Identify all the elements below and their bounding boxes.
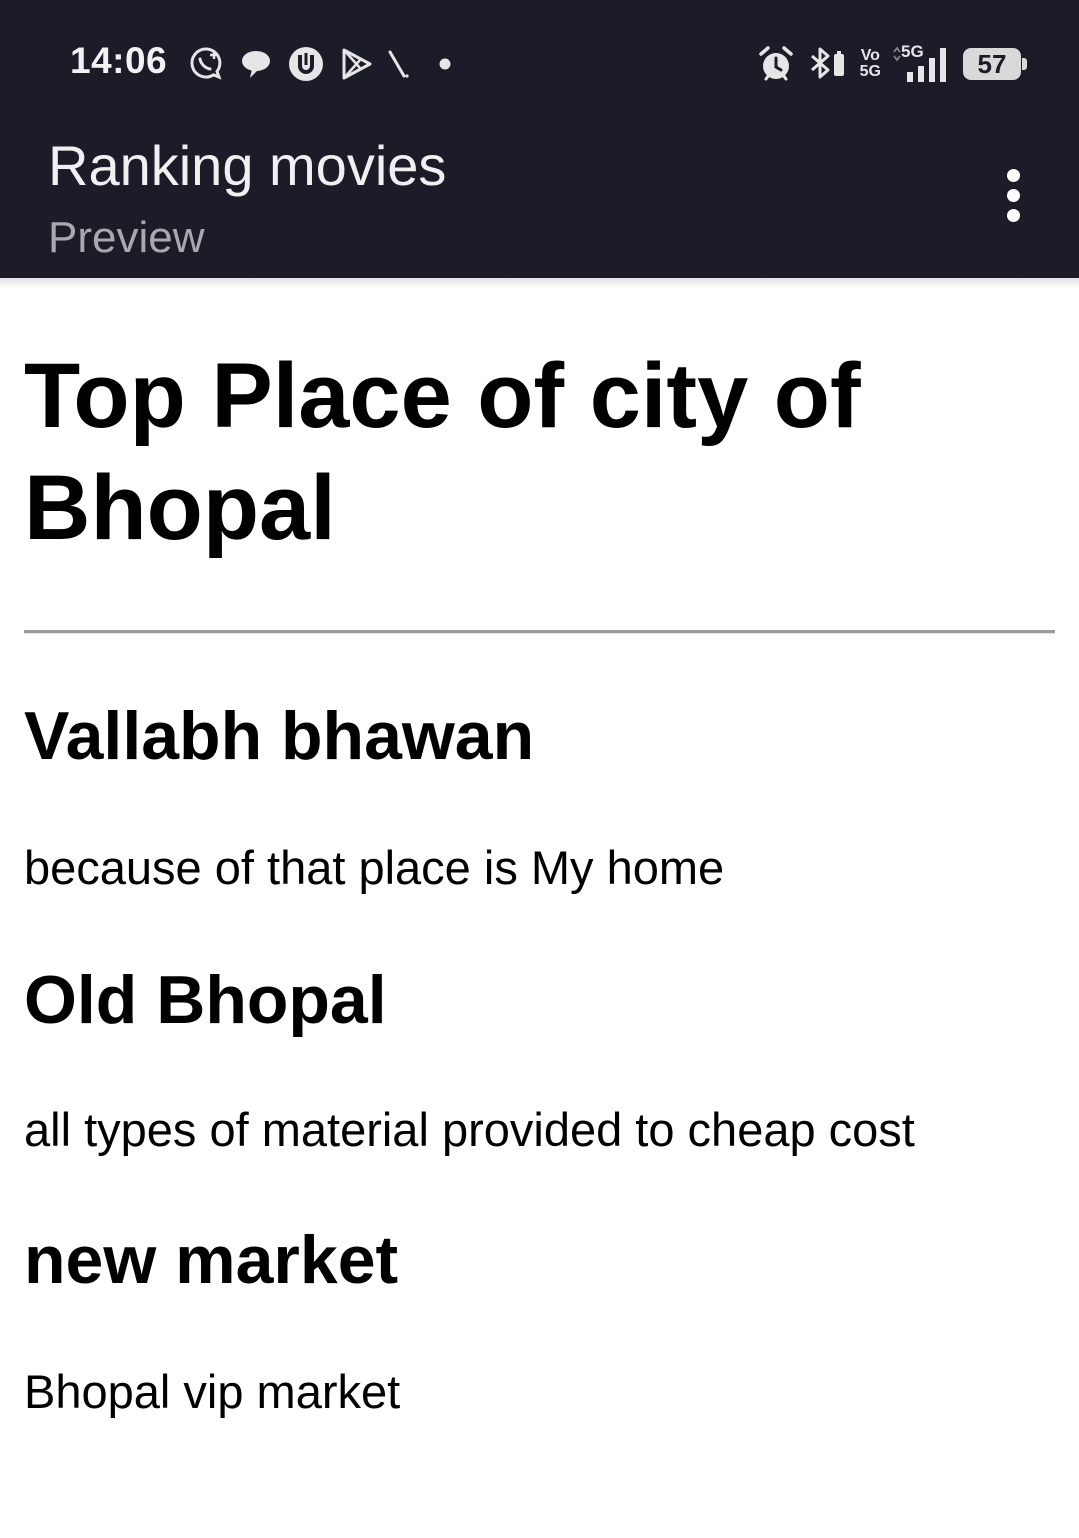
battery-icon: 57 bbox=[963, 48, 1027, 80]
document-preview: Top Place of city of Bhopal Vallabh bhaw… bbox=[24, 340, 1055, 1418]
volte-label-top: Vo bbox=[860, 47, 880, 64]
signal-5g-icon: 5G bbox=[891, 42, 953, 86]
notification-icons bbox=[186, 42, 452, 86]
page-title: Top Place of city of Bhopal bbox=[24, 345, 861, 559]
section-body: all types of material provided to cheap … bbox=[24, 1103, 915, 1156]
more-vertical-icon bbox=[1006, 168, 1020, 182]
system-icons: Vo 5G 5G 57 bbox=[756, 40, 1027, 88]
volte-label-bottom: 5G bbox=[859, 63, 881, 80]
more-options-button[interactable] bbox=[990, 160, 1036, 230]
volte-icon: Vo 5G bbox=[860, 48, 881, 80]
chat-bubble-icon bbox=[238, 46, 274, 82]
section-body: Bhopal vip market bbox=[24, 1365, 401, 1418]
dot-icon bbox=[438, 57, 452, 71]
bluetooth-icon bbox=[806, 44, 850, 84]
section-title: new market bbox=[24, 1222, 399, 1298]
app-header: 14:06 Vo 5G 5G 57 Ranking movies Preview bbox=[0, 0, 1079, 278]
section-title: Vallabh bhawan bbox=[24, 698, 535, 774]
shield-u-icon bbox=[286, 44, 326, 84]
header-shadow bbox=[0, 278, 1079, 288]
network-label: 5G bbox=[901, 42, 924, 61]
section-title: Old Bhopal bbox=[24, 962, 387, 1038]
play-store-icon bbox=[338, 46, 374, 82]
whatsapp-business-icon bbox=[186, 44, 226, 84]
slash-icon bbox=[386, 46, 412, 82]
divider bbox=[24, 630, 1055, 634]
divider-wrap bbox=[24, 560, 1055, 634]
status-bar: 14:06 Vo 5G 5G 57 bbox=[0, 0, 1079, 120]
battery-level: 57 bbox=[977, 48, 1007, 79]
app-title: Ranking movies bbox=[48, 134, 447, 197]
section-body: because of that place is My home bbox=[24, 841, 725, 894]
status-time: 14:06 bbox=[70, 40, 168, 81]
alarm-icon bbox=[756, 44, 796, 84]
app-subtitle: Preview bbox=[48, 213, 205, 262]
